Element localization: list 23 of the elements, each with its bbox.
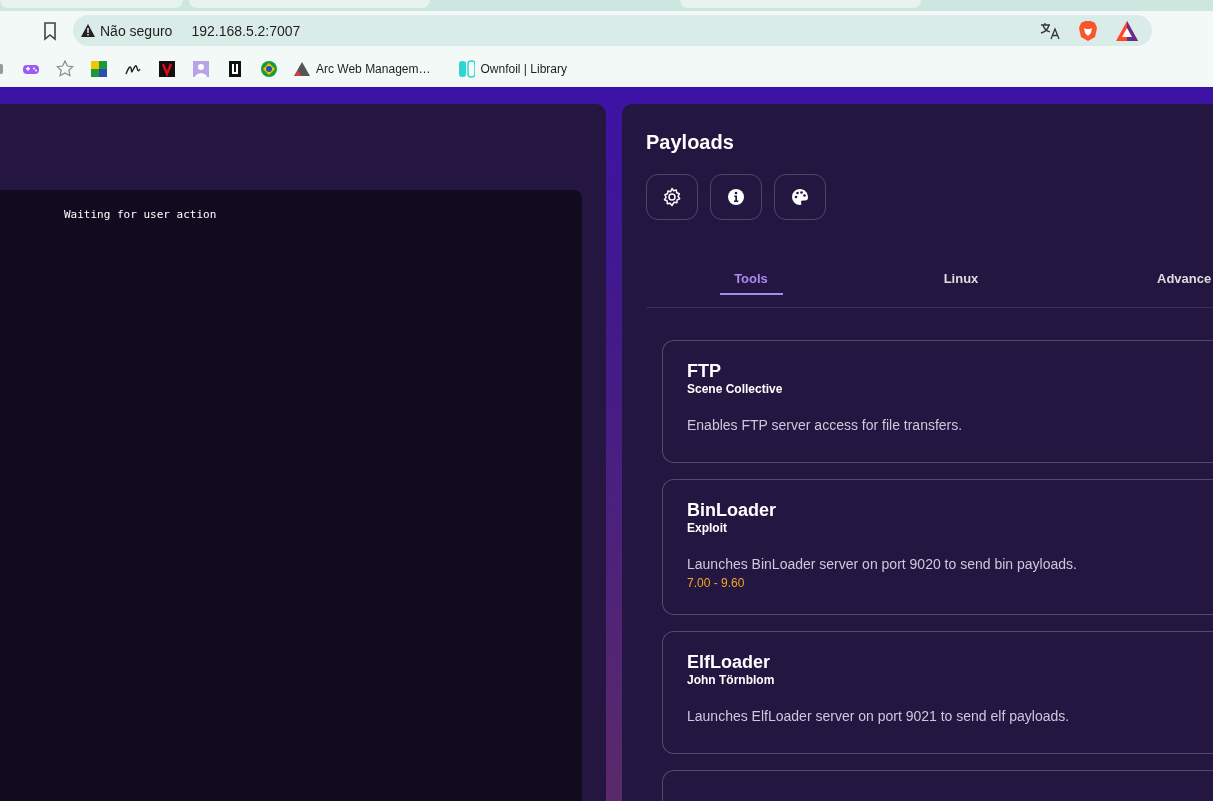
bookmark-link[interactable]: Ownfoil | Library bbox=[458, 59, 567, 78]
payload-author: Scene Collective bbox=[687, 382, 784, 397]
address-bar[interactable]: Não seguro 192.168.5.2:7007 bbox=[73, 15, 1152, 46]
tab[interactable]: Tools bbox=[719, 250, 783, 295]
security-label[interactable]: Não seguro bbox=[100, 22, 173, 39]
panel-title: Payloads bbox=[646, 130, 734, 154]
payload-card[interactable]: FTP Scene Collective Enables FTP server access for file transfers. bbox=[662, 340, 1213, 463]
payload-card[interactable]: BinLoader Exploit Launches BinLoader server on port 9020 to send bin payloads. 7.00 - 9.60 bbox=[662, 479, 1213, 615]
payload-author: John Törnblom bbox=[687, 673, 776, 688]
payload-name: ElfLoader bbox=[687, 652, 771, 673]
payload-name: FTP bbox=[687, 361, 722, 382]
payload-description: Enables FTP server access for file transfers. bbox=[687, 417, 964, 434]
tab[interactable]: Linux bbox=[929, 250, 993, 295]
payload-name: BinLoader bbox=[687, 500, 777, 521]
payload-author: Exploit bbox=[687, 521, 728, 536]
version-range: 7.00 - 9.60 bbox=[687, 576, 746, 590]
payload-description: Launches ElfLoader server on port 9021 to send elf payloads. bbox=[687, 708, 1071, 725]
payload-card[interactable]: ElfLoader John Törnblom Launches ElfLoader server on port 9021 to send elf payloads. bbox=[662, 631, 1213, 754]
url-text: 192.168.5.2:7007 bbox=[191, 22, 301, 39]
bookmark-link[interactable]: Arc Web Managem… bbox=[294, 61, 431, 76]
payload-description: Launches BinLoader server on port 9020 to send bin payloads. bbox=[687, 556, 1078, 573]
tab[interactable]: Advance bbox=[1157, 250, 1212, 295]
console-line: Waiting for user action bbox=[64, 208, 218, 221]
